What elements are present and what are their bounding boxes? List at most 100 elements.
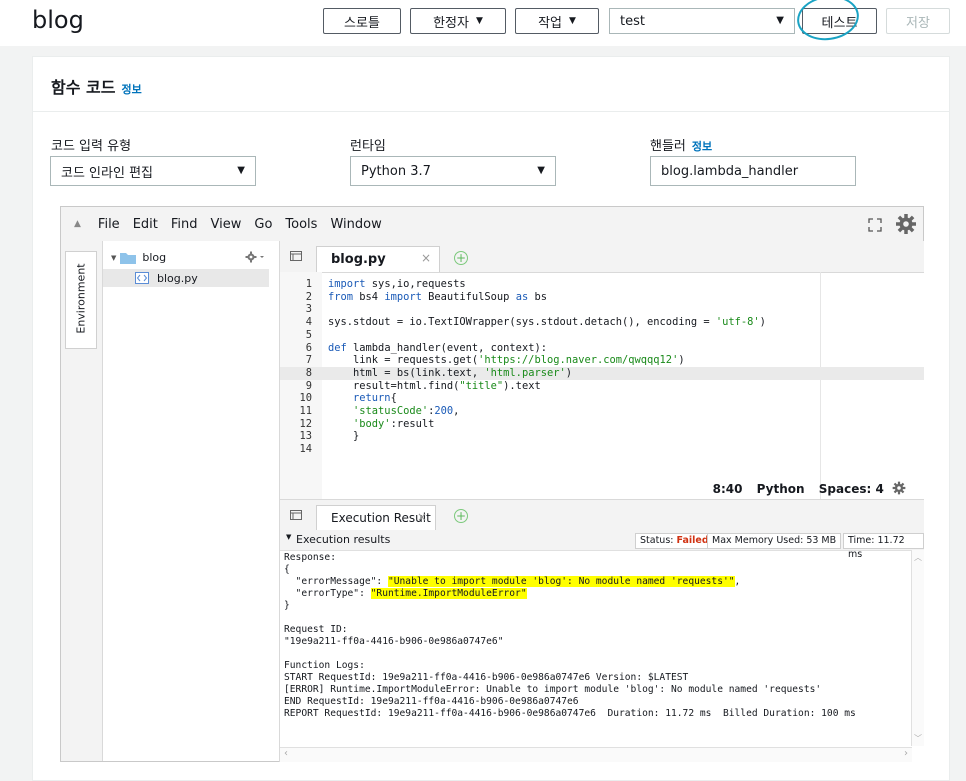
line-number: 3 [305, 303, 312, 316]
line-number: 2 [305, 290, 312, 303]
code-line[interactable]: 1 import sys,io,requests [280, 278, 924, 291]
code-line[interactable]: 8 html = bs(link.text, 'html.parser') [280, 366, 924, 380]
output-line: Function Logs: [284, 660, 365, 671]
save-button[interactable]: 저장 [886, 8, 950, 34]
menu-go[interactable]: Go [254, 217, 272, 232]
line-number: 7 [305, 354, 312, 367]
status-value: Failed [676, 535, 709, 546]
code-line[interactable]: 5 [280, 329, 924, 342]
line-number: 10 [299, 392, 312, 405]
code-line[interactable]: 9 result=html.find("title").text [280, 380, 924, 393]
handler-value: blog.lambda_handler [661, 163, 799, 179]
qualifier-dropdown[interactable]: 한정자 ▼ [410, 8, 506, 34]
cloud9-editor: ▲ File Edit Find View Go Tools Window En… [60, 206, 924, 762]
add-tab-icon[interactable]: + [454, 251, 468, 265]
code-line[interactable]: 14 [280, 443, 924, 456]
scroll-down-icon[interactable]: ﹀ [914, 733, 922, 744]
runtime-select[interactable]: Python 3.7 ▼ [350, 156, 556, 186]
tree-folder-blog[interactable]: ▼ blog [111, 251, 166, 264]
collapse-icon[interactable]: ▲ [74, 219, 81, 229]
code-line[interactable]: 13 } [280, 430, 924, 443]
editor-tabstrip: blog.py × + [280, 241, 924, 273]
editor-status: 8:40 Python Spaces: 4 [713, 481, 906, 496]
code-line[interactable]: 7 link = requests.get('https://blog.nave… [280, 354, 924, 367]
indent-setting[interactable]: Spaces: 4 [819, 482, 884, 496]
output-line: REPORT RequestId: 19e9a211-ff0a-4416-b90… [284, 708, 856, 719]
test-button[interactable]: 테스트 [802, 8, 877, 34]
error-type-highlight: "Runtime.ImportModuleError" [370, 588, 527, 599]
tab-blog-py[interactable]: blog.py × [316, 246, 440, 272]
test-button-label: 테스트 [821, 15, 858, 31]
panel-icon[interactable] [290, 251, 302, 261]
tree-settings-icon[interactable] [245, 251, 267, 263]
caret-down-icon: ▼ [537, 165, 545, 176]
handler-input[interactable]: blog.lambda_handler [650, 156, 856, 186]
output-line: "errorType": "Runtime.ImportModuleError" [284, 588, 527, 599]
runtime-value: Python 3.7 [361, 163, 431, 179]
vertical-scrollbar[interactable]: ︿ ﹀ [911, 550, 924, 746]
actions-dropdown[interactable]: 작업 ▼ [515, 8, 599, 34]
code-line[interactable]: 4 sys.stdout = io.TextIOWrapper(sys.stdou… [280, 316, 924, 329]
gear-icon[interactable] [892, 481, 906, 495]
menu-window[interactable]: Window [330, 217, 381, 232]
menu-file[interactable]: File [98, 217, 120, 232]
menu-find[interactable]: Find [171, 217, 198, 232]
handler-info-link[interactable]: 정보 [692, 140, 712, 153]
line-number: 1 [305, 278, 312, 290]
line-code: sys.stdout = io.TextIOWrapper(sys.stdout… [328, 316, 766, 329]
code-editor[interactable]: blog.py × + 1 import sys,io,requests 2 from … [279, 241, 924, 499]
menu-tools[interactable]: Tools [285, 217, 317, 232]
code-line[interactable]: 6 def lambda_handler(event, context): [280, 342, 924, 355]
code-line[interactable]: 11 'statusCode':200, [280, 405, 924, 418]
panel-title: 함수 코드 정보 [51, 74, 142, 98]
cursor-position[interactable]: 8:40 [713, 482, 743, 496]
line-code: 'statusCode':200, [353, 405, 460, 417]
output-key: "errorMessage": [284, 576, 388, 587]
collapse-arrow-icon[interactable]: ▼ [286, 533, 291, 541]
horizontal-scrollbar[interactable]: ‹ › [280, 747, 912, 762]
environment-tab[interactable]: Environment [65, 251, 97, 349]
code-line[interactable]: 2 from bs4 import BeautifulSoup as bs [280, 291, 924, 304]
panel-icon[interactable] [290, 510, 302, 520]
handler-label-text: 핸들러 [650, 139, 686, 154]
throttle-button[interactable]: 스로틀 [323, 8, 401, 34]
close-icon[interactable]: × [421, 251, 431, 265]
output-comma: , [734, 576, 741, 587]
line-number: 13 [299, 430, 312, 443]
scroll-left-icon[interactable]: ‹ [284, 748, 288, 759]
throttle-label: 스로틀 [344, 15, 380, 31]
line-number: 8 [305, 366, 312, 379]
info-link[interactable]: 정보 [121, 83, 141, 96]
add-tab-icon[interactable]: + [454, 509, 468, 523]
code-line[interactable]: 12 'body':result [280, 418, 924, 431]
code-entry-select[interactable]: 코드 인라인 편집 ▼ [50, 156, 256, 186]
tab-execution-result[interactable]: Execution Result × [316, 505, 436, 530]
time-badge: Time: 11.72 ms [843, 533, 924, 560]
status-badge: Status: Failed [635, 533, 714, 549]
caret-down-icon: ▼ [569, 16, 576, 26]
test-event-select[interactable]: test ▼ [609, 8, 795, 34]
code-line[interactable]: 10 return{ [280, 392, 924, 405]
handler-label: 핸들러 정보 [650, 135, 712, 154]
line-code: def lambda_handler(event, context): [328, 341, 547, 354]
error-message-highlight: "Unable to import module 'blog': No modu… [387, 576, 735, 587]
output-line: [ERROR] Runtime.ImportModuleError: Unabl… [284, 684, 822, 695]
gear-icon[interactable] [895, 213, 917, 235]
left-sidebar-strip: Environment [61, 241, 103, 761]
execution-results-title: Execution results [296, 533, 391, 546]
scroll-up-icon[interactable]: ︿ [914, 552, 922, 563]
menu-view[interactable]: View [211, 217, 242, 232]
output-line: Request ID: [284, 624, 348, 635]
menu-edit[interactable]: Edit [133, 217, 158, 232]
close-icon[interactable]: × [417, 510, 427, 524]
code-line[interactable]: 3 [280, 303, 924, 316]
runtime-label: 런타임 [350, 139, 386, 154]
line-code: 'body':result [353, 417, 435, 430]
line-code: return{ [353, 392, 397, 405]
scroll-right-icon[interactable]: › [904, 748, 908, 759]
function-name: blog [32, 6, 84, 34]
panel-title-text: 함수 코드 [51, 78, 116, 97]
fullscreen-icon[interactable] [867, 217, 883, 233]
tree-file-blog-py[interactable]: blog.py [103, 269, 269, 287]
language-mode[interactable]: Python [757, 482, 805, 496]
